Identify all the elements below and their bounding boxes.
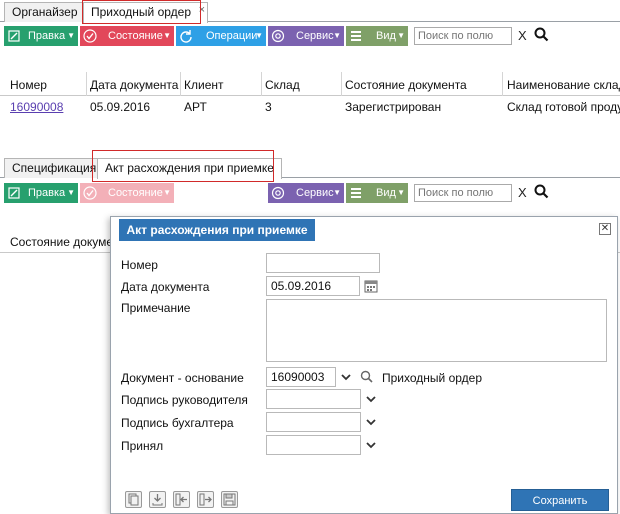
dropdown-arrow-icon: ▼	[333, 188, 341, 197]
tab-label: Органайзер	[12, 5, 78, 19]
dropdown-arrow-icon: ▼	[67, 188, 75, 197]
column-header-number[interactable]: Номер	[10, 78, 47, 92]
list-icon	[346, 26, 366, 46]
base-doc-label: Документ - основание	[121, 371, 244, 385]
discrepancy-act-dialog: Акт расхождения при приемке ✕ Номер Дата…	[110, 216, 618, 514]
view-button[interactable]: Вид ▼	[346, 26, 408, 46]
pencil-icon	[4, 26, 24, 46]
note-label: Примечание	[121, 301, 191, 315]
view-label: Вид	[376, 30, 396, 42]
list-icon	[346, 183, 366, 203]
table-row[interactable]: 16090008 05.09.2016 АРТ 3 Зарегистрирова…	[0, 96, 620, 116]
dropdown-arrow-icon: ▼	[67, 31, 75, 40]
cell-warehouse: 3	[265, 100, 272, 114]
dropdown-arrow-icon: ▼	[397, 31, 405, 40]
sub-state-button: Состояние ▼	[80, 183, 174, 203]
export-icon[interactable]	[197, 491, 214, 508]
gear-icon	[268, 183, 288, 203]
tab-discrepancy-act[interactable]: Акт расхождения при приемке	[97, 158, 282, 179]
doc-number-link[interactable]: 16090008	[10, 100, 63, 114]
service-label: Сервис	[296, 187, 334, 199]
sub-service-button[interactable]: Сервис ▼	[268, 183, 344, 203]
edit-label: Правка	[28, 187, 66, 199]
calendar-icon[interactable]	[364, 279, 378, 296]
column-header-client[interactable]: Клиент	[184, 78, 224, 92]
column-header-warehouse-name[interactable]: Наименование склада	[507, 78, 620, 92]
base-doc-field[interactable]	[266, 367, 336, 387]
service-button[interactable]: Сервис ▼	[268, 26, 344, 46]
note-textarea[interactable]	[266, 299, 607, 362]
dialog-title: Акт расхождения при приемке	[119, 219, 315, 241]
sub-toolbar: Правка ▼ Состояние ▼ Сервис ▼ Вид ▼ X	[0, 181, 620, 205]
number-field[interactable]	[266, 253, 380, 273]
gear-icon	[268, 26, 288, 46]
refresh-icon	[176, 26, 196, 46]
dropdown-arrow-icon: ▼	[333, 31, 341, 40]
edit-label: Правка	[28, 30, 66, 42]
dropdown-arrow-icon: ▼	[397, 188, 405, 197]
download-icon[interactable]	[149, 491, 166, 508]
operations-button[interactable]: Операции ▼	[176, 26, 266, 46]
number-label: Номер	[121, 258, 158, 272]
accountant-sign-label: Подпись бухгалтера	[121, 416, 234, 430]
search-icon[interactable]	[360, 370, 373, 386]
date-field[interactable]	[266, 276, 360, 296]
cell-doc-state: Зарегистрирован	[345, 100, 442, 114]
column-header-doc-state[interactable]: Состояние документа	[345, 78, 467, 92]
date-label: Дата документа	[121, 280, 210, 294]
chevron-down-icon[interactable]	[365, 439, 377, 451]
accepted-select[interactable]	[266, 435, 361, 455]
tab-specification[interactable]: Спецификация	[4, 158, 105, 178]
close-icon[interactable]: ×	[199, 1, 205, 19]
state-button[interactable]: Состояние ▼	[80, 26, 174, 46]
manager-sign-label: Подпись руководителя	[121, 393, 248, 407]
table-header: Номер Дата документа Клиент Склад Состоя…	[0, 72, 620, 96]
service-label: Сервис	[296, 30, 334, 42]
operations-label: Операции	[206, 30, 258, 42]
tab-label: Спецификация	[12, 161, 97, 175]
tab-label: Приходный ордер	[91, 5, 191, 19]
check-icon	[80, 183, 100, 203]
column-header-warehouse[interactable]: Склад	[265, 78, 300, 92]
clear-search-button[interactable]: X	[518, 185, 527, 200]
search-input[interactable]	[414, 27, 512, 45]
save-button[interactable]: Сохранить	[511, 489, 609, 511]
column-header-date[interactable]: Дата документа	[90, 78, 178, 92]
accepted-label: Принял	[121, 439, 164, 453]
sub-tab-bar: Спецификация Акт расхождения при приемке	[0, 156, 620, 179]
search-icon[interactable]	[534, 27, 549, 45]
main-toolbar: Правка ▼ Состояние ▼ Операции ▼ Сервис ▼…	[0, 24, 620, 48]
state-label: Состояние	[108, 30, 163, 42]
state-label: Состояние	[108, 187, 163, 199]
dropdown-arrow-icon: ▼	[163, 31, 171, 40]
save-icon[interactable]	[221, 491, 238, 508]
cell-date: 05.09.2016	[90, 100, 151, 114]
tab-incoming-order[interactable]: Приходный ордер ×	[83, 2, 208, 23]
pencil-icon	[4, 183, 24, 203]
dropdown-arrow-icon: ▼	[163, 188, 171, 197]
chevron-down-icon[interactable]	[365, 416, 377, 428]
view-label: Вид	[376, 187, 396, 199]
dropdown-arrow-icon: ▼	[255, 31, 263, 40]
chevron-down-icon[interactable]	[340, 371, 352, 383]
edit-button[interactable]: Правка ▼	[4, 26, 78, 46]
manager-sign-select[interactable]	[266, 389, 361, 409]
copy-icon[interactable]	[125, 491, 142, 508]
cell-warehouse-name: Склад готовой продукции	[507, 100, 620, 114]
clear-search-button[interactable]: X	[518, 28, 527, 43]
close-icon[interactable]: ✕	[599, 223, 611, 235]
sub-search-input[interactable]	[414, 184, 512, 202]
sub-view-button[interactable]: Вид ▼	[346, 183, 408, 203]
cell-client: АРТ	[184, 100, 207, 114]
import-icon[interactable]	[173, 491, 190, 508]
search-icon[interactable]	[534, 184, 549, 202]
accountant-sign-select[interactable]	[266, 412, 361, 432]
tab-label: Акт расхождения при приемке	[105, 161, 274, 175]
top-tab-bar: Органайзер Приходный ордер ×	[0, 0, 620, 23]
check-icon	[80, 26, 100, 46]
chevron-down-icon[interactable]	[365, 393, 377, 405]
tab-organizer[interactable]: Органайзер	[4, 2, 86, 22]
base-doc-type: Приходный ордер	[382, 371, 482, 385]
sub-edit-button[interactable]: Правка ▼	[4, 183, 78, 203]
